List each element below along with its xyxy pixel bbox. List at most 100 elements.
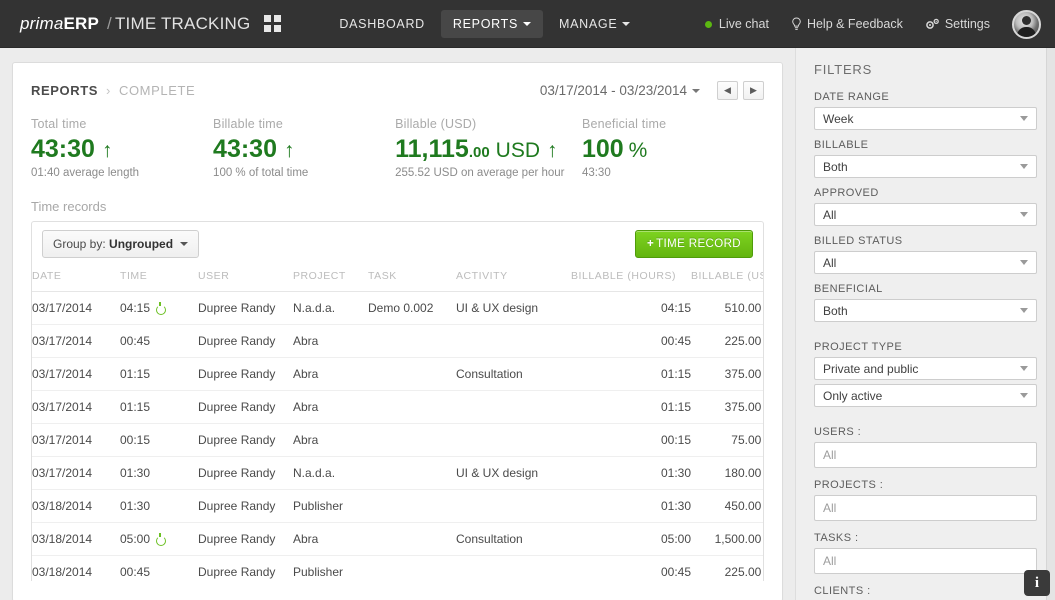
- chevron-down-icon: [1020, 212, 1028, 217]
- cell-usd: 225.00 USD: [691, 556, 764, 582]
- table-row[interactable]: 03/18/201400:45Dupree RandyPublisher00:4…: [32, 556, 764, 582]
- projects-input[interactable]: All: [814, 495, 1037, 521]
- prev-period-button[interactable]: ◀: [717, 81, 738, 100]
- app-grid-icon[interactable]: [264, 15, 281, 32]
- settings-button[interactable]: Settings: [925, 17, 990, 31]
- brand-logo[interactable]: primaERP /TIME TRACKING: [20, 14, 250, 34]
- cell-project: Publisher: [293, 490, 368, 523]
- add-time-record-button[interactable]: +TIME RECORD: [635, 230, 753, 258]
- col-activity[interactable]: ACTIVITY: [456, 266, 571, 292]
- cell-task: [368, 490, 456, 523]
- table-row[interactable]: 03/18/201405:00Dupree RandyAbraConsultat…: [32, 523, 764, 556]
- nav-label: REPORTS: [453, 17, 518, 31]
- table-row[interactable]: 03/18/201401:30Dupree RandyPublisher01:3…: [32, 490, 764, 523]
- cell-time: 01:15: [120, 391, 198, 424]
- cell-user: Dupree Randy: [198, 556, 293, 582]
- trend-up-icon: ↑: [102, 140, 113, 161]
- table-row[interactable]: 03/17/201401:15Dupree RandyAbra01:15375.…: [32, 391, 764, 424]
- col-time[interactable]: TIME: [120, 266, 198, 292]
- col-user[interactable]: USER: [198, 266, 293, 292]
- approved-select[interactable]: All: [814, 203, 1037, 226]
- tasks-input[interactable]: All: [814, 548, 1037, 574]
- cell-project: Abra: [293, 424, 368, 457]
- filter-label: BENEFICIAL: [814, 283, 1037, 295]
- help-label: Help & Feedback: [807, 17, 903, 31]
- cell-project: Abra: [293, 523, 368, 556]
- filter-beneficial: BENEFICIAL Both: [814, 283, 1037, 322]
- table-row[interactable]: 03/17/201404:15Dupree RandyN.a.d.a.Demo …: [32, 292, 764, 325]
- filter-label: USERS :: [814, 426, 1037, 438]
- col-project[interactable]: PROJECT: [293, 266, 368, 292]
- metric-value: 11,115.00 USD ↑: [395, 136, 582, 162]
- filter-label: APPROVED: [814, 187, 1037, 199]
- cell-date: 03/17/2014: [32, 325, 120, 358]
- table-row[interactable]: 03/17/201400:15Dupree RandyAbra00:1575.0…: [32, 424, 764, 457]
- main-nav: DASHBOARD REPORTS MANAGE: [327, 0, 646, 48]
- date-range-select[interactable]: Week: [814, 107, 1037, 130]
- breadcrumb-root[interactable]: REPORTS: [31, 83, 98, 98]
- col-billable-hours[interactable]: BILLABLE (HOURS): [571, 266, 691, 292]
- project-active-select[interactable]: Only active: [814, 384, 1037, 407]
- nav-item-reports[interactable]: REPORTS: [441, 10, 543, 38]
- cell-date: 03/17/2014: [32, 391, 120, 424]
- grid-cell: [274, 25, 281, 32]
- chevron-down-icon: [622, 22, 630, 26]
- cell-usd: 375.00 USD: [691, 391, 764, 424]
- report-card: REPORTS›COMPLETE 03/17/2014 - 03/23/2014…: [12, 62, 783, 600]
- metric-unit: USD: [496, 140, 540, 162]
- billable-select[interactable]: Both: [814, 155, 1037, 178]
- records-toolbar: Group by: Ungrouped +TIME RECORD: [32, 222, 763, 266]
- cell-activity: [456, 391, 571, 424]
- sidebar-scrollbar[interactable]: [1046, 48, 1055, 600]
- avatar-body: [1017, 27, 1036, 39]
- filter-billable: BILLABLE Both: [814, 139, 1037, 178]
- filters-sidebar: FILTERS DATE RANGE Week BILLABLE Both AP…: [795, 48, 1055, 600]
- report-header-row: REPORTS›COMPLETE 03/17/2014 - 03/23/2014…: [31, 77, 764, 103]
- billed-status-select[interactable]: All: [814, 251, 1037, 274]
- table-head: DATE TIME USER PROJECT TASK ACTIVITY BIL…: [32, 266, 764, 292]
- col-billable-usd[interactable]: BILLABLE (USD): [691, 266, 764, 292]
- filter-label: PROJECT TYPE: [814, 341, 1037, 353]
- cell-time: 01:30: [120, 490, 198, 523]
- next-period-button[interactable]: ▶: [743, 81, 764, 100]
- filter-clients: CLIENTS : All: [814, 585, 1037, 600]
- date-range-selector[interactable]: 03/17/2014 - 03/23/2014: [540, 83, 700, 98]
- breadcrumb: REPORTS›COMPLETE: [31, 83, 195, 98]
- cell-hours: 01:15: [571, 391, 691, 424]
- group-by-dropdown[interactable]: Group by: Ungrouped: [42, 230, 199, 258]
- info-icon[interactable]: i: [1024, 570, 1050, 596]
- metric-label: Billable (USD): [395, 117, 582, 131]
- users-input[interactable]: All: [814, 442, 1037, 468]
- cell-date: 03/17/2014: [32, 292, 120, 325]
- cell-activity: [456, 556, 571, 582]
- metric-billable-time: Billable time 43:30 ↑ 100 % of total tim…: [213, 117, 395, 179]
- metric-unit: %: [629, 140, 648, 162]
- timer-icon: [156, 534, 166, 544]
- user-avatar[interactable]: [1012, 10, 1041, 39]
- date-range-value: 03/17/2014 - 03/23/2014: [540, 83, 687, 98]
- cell-task: [368, 391, 456, 424]
- table-row[interactable]: 03/17/201401:15Dupree RandyAbraConsultat…: [32, 358, 764, 391]
- select-value: Both: [823, 160, 848, 174]
- cell-project: Publisher: [293, 556, 368, 582]
- table-row[interactable]: 03/17/201400:45Dupree RandyAbra00:45225.…: [32, 325, 764, 358]
- chevron-down-icon: [1020, 366, 1028, 371]
- cell-project: Abra: [293, 391, 368, 424]
- cell-time: 00:15: [120, 424, 198, 457]
- breadcrumb-separator: ›: [106, 83, 111, 98]
- help-feedback-button[interactable]: Help & Feedback: [791, 17, 903, 31]
- col-date[interactable]: DATE: [32, 266, 120, 292]
- chevron-down-icon: [1020, 393, 1028, 398]
- cell-time: 00:45: [120, 556, 198, 582]
- add-time-record-label: TIME RECORD: [656, 238, 741, 250]
- cell-usd: 510.00 USD: [691, 292, 764, 325]
- nav-item-manage[interactable]: MANAGE: [547, 10, 642, 38]
- col-task[interactable]: TASK: [368, 266, 456, 292]
- project-type-select[interactable]: Private and public: [814, 357, 1037, 380]
- beneficial-select[interactable]: Both: [814, 299, 1037, 322]
- table-row[interactable]: 03/17/201401:30Dupree RandyN.a.d.a.UI & …: [32, 457, 764, 490]
- metric-number: 100: [582, 136, 624, 162]
- live-chat-button[interactable]: Live chat: [705, 17, 769, 31]
- nav-item-dashboard[interactable]: DASHBOARD: [327, 10, 436, 38]
- cell-user: Dupree Randy: [198, 490, 293, 523]
